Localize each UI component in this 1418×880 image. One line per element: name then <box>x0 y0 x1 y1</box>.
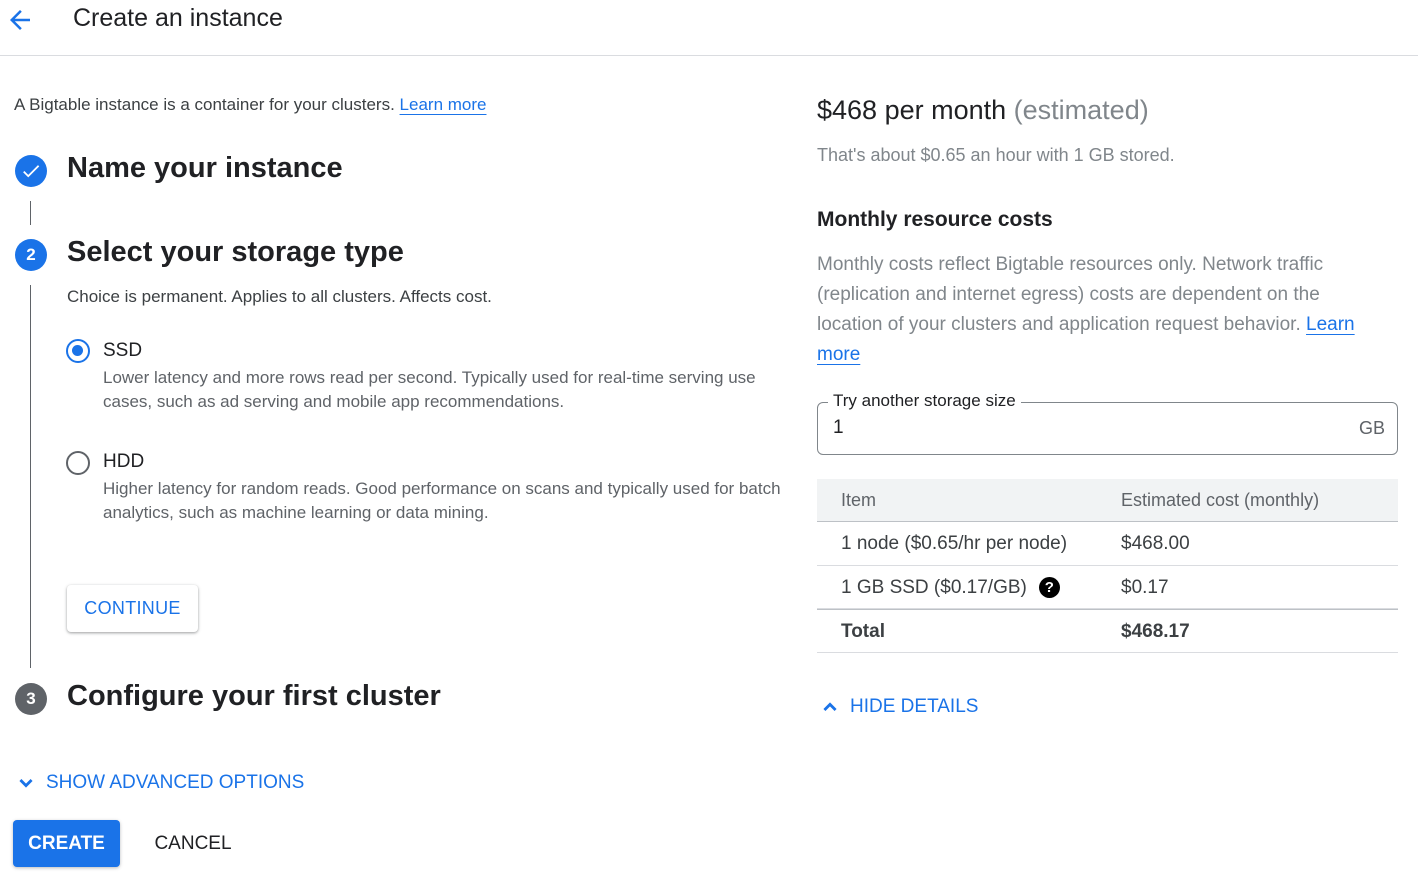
storage-size-input[interactable] <box>833 417 1313 439</box>
monthly-price: $468 per month <box>817 95 1007 125</box>
storage-unit: GB <box>1358 418 1385 438</box>
cost-table: Item Estimated cost (monthly) 1 node ($0… <box>817 479 1398 653</box>
page-title: Create an instance <box>73 4 283 32</box>
create-button[interactable]: CREATE <box>13 820 120 867</box>
hdd-description: Higher latency for random reads. Good pe… <box>103 479 781 522</box>
step-1-title[interactable]: Name your instance <box>67 152 343 185</box>
step-2-description: Choice is permanent. Applies to all clus… <box>67 287 492 306</box>
back-button[interactable] <box>2 2 38 38</box>
ssd-radio[interactable] <box>66 339 90 363</box>
storage-size-field: Try another storage size GB <box>817 391 1398 455</box>
step-connector <box>30 285 31 668</box>
storage-size-label: Try another storage size <box>828 391 1021 411</box>
costs-description-text: Monthly costs reflect Bigtable resources… <box>817 254 1324 335</box>
row-cost: $468.17 <box>1121 621 1190 642</box>
continue-button[interactable]: CONTINUE <box>67 585 198 632</box>
show-advanced-label: SHOW ADVANCED OPTIONS <box>46 772 305 793</box>
show-advanced-options-button[interactable]: SHOW ADVANCED OPTIONS <box>14 771 304 795</box>
table-row: 1 GB SSD ($0.17/GB) ? $0.17 <box>817 566 1398 609</box>
chevron-up-icon <box>823 702 837 711</box>
estimated-label: (estimated) <box>1013 95 1149 125</box>
monthly-costs-heading: Monthly resource costs <box>817 208 1053 231</box>
hdd-label[interactable]: HDD <box>103 451 144 473</box>
row-item-text: 1 GB SSD ($0.17/GB) <box>841 576 1027 598</box>
check-icon <box>23 165 40 178</box>
hide-details-label: HIDE DETAILS <box>850 696 979 717</box>
row-item-text: Total <box>841 621 885 642</box>
hourly-note: That's about $0.65 an hour with 1 GB sto… <box>817 145 1175 165</box>
step-1-complete-badge <box>15 155 47 187</box>
header-estimated-cost: Estimated cost (monthly) <box>1121 490 1320 510</box>
row-cost: $0.17 <box>1121 576 1169 598</box>
ssd-label[interactable]: SSD <box>103 340 142 362</box>
intro-text: A Bigtable instance is a container for y… <box>14 95 486 115</box>
cost-table-header: Item Estimated cost (monthly) <box>817 479 1398 522</box>
chevron-down-icon <box>19 779 33 788</box>
row-item: 1 GB SSD ($0.17/GB) ? <box>841 577 1060 599</box>
arrow-back-icon <box>10 10 30 30</box>
row-item-text: 1 node ($0.65/hr per node) <box>841 533 1068 554</box>
row-item: 1 node ($0.65/hr per node) <box>841 533 1067 555</box>
monthly-costs-description: Monthly costs reflect Bigtable resources… <box>817 250 1387 370</box>
help-icon[interactable]: ? <box>1038 577 1060 598</box>
header-item: Item <box>841 490 877 510</box>
ssd-description: Lower latency and more rows read per sec… <box>103 368 756 411</box>
hide-details-button[interactable]: HIDE DETAILS <box>818 695 978 719</box>
price-headline: $468 per month (estimated) <box>817 95 1149 126</box>
step-2-badge: 2 <box>15 239 47 271</box>
step-2-title: Select your storage type <box>67 236 404 268</box>
intro-description: A Bigtable instance is a container for y… <box>14 95 395 114</box>
intro-learn-more-link[interactable]: Learn more <box>400 95 487 114</box>
step-3-title: Configure your first cluster <box>67 680 441 712</box>
row-item: Total <box>841 621 885 643</box>
table-row: 1 node ($0.65/hr per node) $468.00 <box>817 522 1398 566</box>
table-row-total: Total $468.17 <box>817 609 1398 653</box>
row-cost: $468.00 <box>1121 533 1190 554</box>
app-header: Create an instance <box>0 0 1418 56</box>
hdd-radio[interactable] <box>66 451 90 475</box>
step-3-badge: 3 <box>15 683 47 715</box>
step-connector <box>30 201 31 225</box>
cancel-button[interactable]: CANCEL <box>144 820 242 867</box>
